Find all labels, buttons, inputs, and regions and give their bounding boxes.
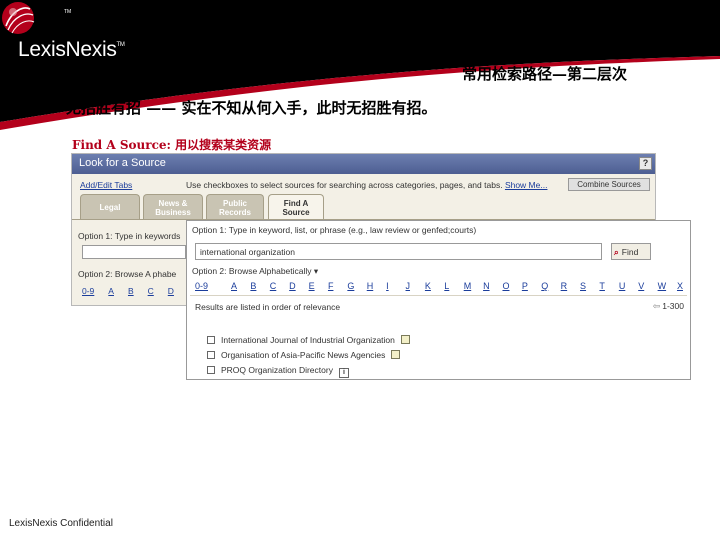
footer-confidential: LexisNexis Confidential: [9, 518, 113, 529]
results-note: Results are listed in order of relevance: [195, 302, 341, 312]
pager-arrow-icon[interactable]: ⇦: [653, 301, 661, 311]
letter-link[interactable]: W: [658, 281, 677, 291]
source-checkbox[interactable]: [207, 336, 215, 344]
range-text: 1-300: [662, 301, 684, 311]
slide-title: 常用检索路径—第二层次: [462, 65, 628, 83]
brand-tm: TM: [116, 42, 125, 48]
letter-link[interactable]: D: [289, 281, 308, 291]
letter-link[interactable]: E: [309, 281, 328, 291]
source-search-input[interactable]: international organization: [195, 243, 602, 260]
source-info-icon[interactable]: [391, 350, 401, 359]
letter-link[interactable]: N: [483, 281, 502, 291]
letter-link[interactable]: O: [502, 281, 521, 291]
trademark-mark: TM: [64, 9, 72, 15]
tab-public-records[interactable]: Public Records: [206, 194, 264, 220]
tab-label: Find A: [283, 199, 309, 208]
letter-link[interactable]: K: [425, 281, 444, 291]
letter-link[interactable]: A: [108, 286, 114, 296]
find-button[interactable]: ⌕ Find: [611, 243, 651, 260]
source-list-item: PROQ Organization Directory i: [207, 365, 349, 378]
brand-logo-text: LexisNexisTM: [18, 38, 125, 62]
letter-link[interactable]: T: [599, 281, 618, 291]
letter-link[interactable]: I: [386, 281, 405, 291]
letter-link[interactable]: Q: [541, 281, 560, 291]
source-name[interactable]: International Journal of Industrial Orga…: [221, 335, 395, 345]
tab-label: Legal: [99, 203, 121, 212]
letter-link[interactable]: L: [444, 281, 463, 291]
letter-link[interactable]: X: [677, 281, 690, 291]
tab-find-a-source[interactable]: Find A Source: [268, 194, 324, 220]
letter-link[interactable]: P: [522, 281, 541, 291]
info-icon[interactable]: i: [338, 368, 349, 378]
tab-news-business[interactable]: News & Business: [143, 194, 203, 220]
lead-text: 无招胜有招 —— 实在不知从何入手，此时无招胜有招。: [66, 99, 437, 117]
letter-link[interactable]: B: [250, 281, 269, 291]
source-info-icon[interactable]: [400, 335, 410, 344]
letter-link[interactable]: S: [580, 281, 599, 291]
source-checkbox[interactable]: [207, 351, 215, 359]
show-me-link[interactable]: Show Me...: [505, 180, 548, 190]
source-checkbox[interactable]: [207, 366, 215, 374]
letter-link[interactable]: B: [128, 286, 134, 296]
option2-label: Option 2: Browse A phabe: [78, 269, 177, 279]
letter-link[interactable]: C: [148, 286, 154, 296]
tab-legal[interactable]: Legal: [80, 194, 140, 220]
brand-name: LexisNexis: [18, 38, 117, 61]
combine-sources-button[interactable]: Combine Sources: [568, 178, 650, 191]
help-icon[interactable]: ?: [639, 157, 652, 170]
source-search-panel: Option 1: Type in keyword, list, or phra…: [186, 220, 691, 380]
tab-label: Records: [218, 208, 251, 217]
search-icon: ⌕: [614, 247, 619, 257]
letter-link[interactable]: 0-9: [82, 286, 94, 296]
source-name[interactable]: Organisation of Asia-Pacific News Agenci…: [221, 350, 385, 360]
source-list-item: Organisation of Asia-Pacific News Agenci…: [207, 350, 401, 360]
letter-link[interactable]: M: [464, 281, 483, 291]
letter-link[interactable]: V: [638, 281, 657, 291]
option1-label: Option 1: Type in keyword, list, or phra…: [192, 225, 477, 235]
source-list-item: International Journal of Industrial Orga…: [207, 335, 410, 345]
letter-link[interactable]: 0-9: [195, 281, 231, 291]
source-name[interactable]: PROQ Organization Directory: [221, 365, 333, 375]
letter-link[interactable]: R: [561, 281, 580, 291]
letter-link[interactable]: F: [328, 281, 347, 291]
tab-label: Source: [282, 208, 310, 217]
alphabet-links-back: 0-9 A B C D: [82, 286, 188, 296]
letter-link[interactable]: U: [619, 281, 638, 291]
letter-link[interactable]: J: [406, 281, 425, 291]
divider: [190, 295, 687, 296]
keyword-input-back[interactable]: [82, 245, 186, 259]
tab-label: News &: [158, 199, 188, 208]
letter-link[interactable]: C: [270, 281, 289, 291]
letter-link[interactable]: A: [231, 281, 250, 291]
option2-label[interactable]: Option 2: Browse Alphabetically ▾: [192, 266, 318, 277]
results-range: ⇦ 1-300: [653, 301, 684, 312]
letter-link[interactable]: G: [347, 281, 366, 291]
tab-label: Business: [155, 208, 191, 217]
alphabet-links: 0-9ABCDEFGHIJKLMNOPQRSTUVWXYZ: [195, 281, 685, 291]
letter-link[interactable]: D: [168, 286, 174, 296]
option1-label: Option 1: Type in keywords: [78, 231, 181, 241]
window-title: Look for a Source: [79, 157, 166, 169]
window-title-bar: Look for a Source ?: [72, 154, 655, 174]
add-edit-tabs-link[interactable]: Add/Edit Tabs: [80, 180, 132, 190]
find-label: Find: [621, 247, 639, 257]
sublead-text: Find A Source: 用以搜索某类资源: [72, 138, 272, 152]
letter-link[interactable]: H: [367, 281, 386, 291]
instruction-text: Use checkboxes to select sources for sea…: [186, 180, 503, 190]
tab-label: Public: [222, 199, 247, 208]
globe-logo-icon: [2, 2, 35, 34]
